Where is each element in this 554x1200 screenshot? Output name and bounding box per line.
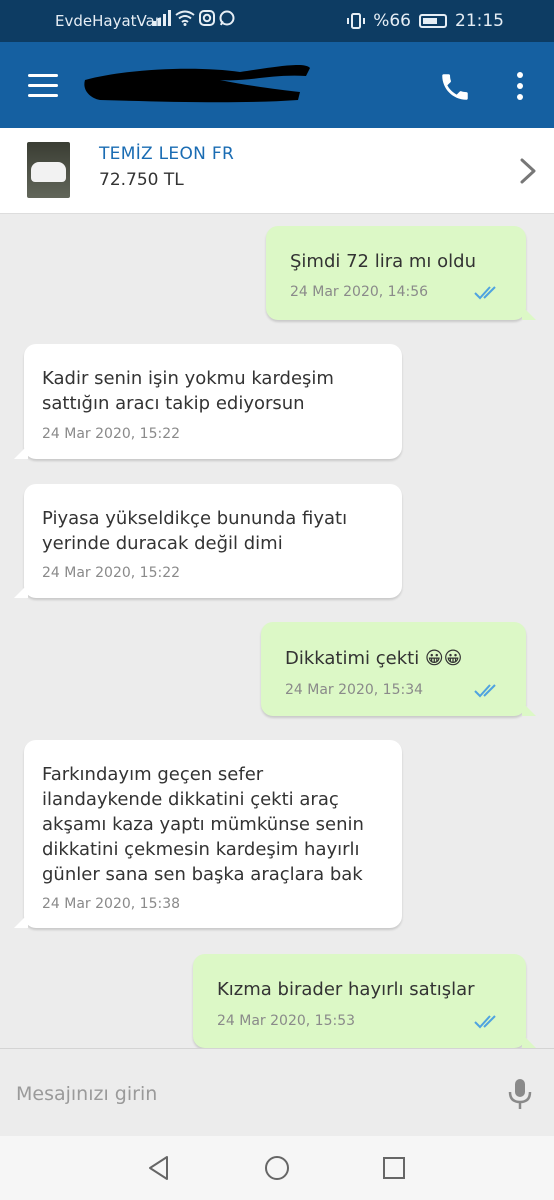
message-outgoing: Şimdi 72 lira mı oldu 24 Mar 2020, 14:56 xyxy=(266,226,536,320)
message-incoming: Farkındayım geçen sefer ilandaykende dik… xyxy=(14,740,402,928)
message-time: 24 Mar 2020, 15:34 xyxy=(285,682,424,698)
status-bar: EvdeHayatVar %66 21:15 xyxy=(0,0,554,42)
battery-icon xyxy=(419,14,447,28)
home-icon[interactable] xyxy=(263,1154,291,1182)
listing-thumbnail xyxy=(27,142,70,198)
read-ticks-icon xyxy=(474,1015,496,1029)
redacted-contact-name xyxy=(84,65,310,103)
app-bar xyxy=(0,42,554,128)
read-ticks-icon xyxy=(474,286,496,300)
message-text: Dikkatimi çekti 😀😀 xyxy=(285,648,463,669)
system-navigation-bar xyxy=(0,1136,554,1200)
status-icons xyxy=(153,10,235,26)
instagram-icon xyxy=(199,10,215,26)
whatsapp-icon xyxy=(219,10,235,26)
chat-thread[interactable]: Şimdi 72 lira mı oldu 24 Mar 2020, 14:56… xyxy=(0,214,554,1048)
microphone-icon[interactable] xyxy=(506,1077,534,1111)
phone-icon[interactable] xyxy=(438,70,472,104)
wifi-icon xyxy=(175,10,195,26)
message-time: 24 Mar 2020, 15:22 xyxy=(42,565,181,581)
recents-icon[interactable] xyxy=(380,1154,408,1182)
listing-price: 72.750 TL xyxy=(99,170,184,190)
battery-percent: %66 xyxy=(373,11,411,31)
clock: 21:15 xyxy=(455,11,504,31)
message-time: 24 Mar 2020, 15:22 xyxy=(42,426,181,442)
read-ticks-icon xyxy=(474,684,496,698)
message-text: Piyasa yükseldikçe bununda fiyatı yerind… xyxy=(42,508,348,554)
message-text: Kızma birader hayırlı satışlar xyxy=(217,979,475,1000)
chevron-right-icon xyxy=(520,158,536,184)
message-time: 24 Mar 2020, 15:38 xyxy=(42,896,181,912)
listing-title: TEMİZ LEON FR xyxy=(99,144,235,164)
message-time: 24 Mar 2020, 14:56 xyxy=(290,284,429,300)
message-text: Kadir senin işin yokmu kardeşim sattığın… xyxy=(42,368,334,414)
message-incoming: Kadir senin işin yokmu kardeşim sattığın… xyxy=(14,344,402,459)
message-text: Şimdi 72 lira mı oldu xyxy=(290,251,476,272)
message-outgoing: Kızma birader hayırlı satışlar 24 Mar 20… xyxy=(193,954,536,1048)
more-vertical-icon[interactable] xyxy=(508,70,532,102)
message-composer xyxy=(0,1048,554,1136)
status-right: %66 21:15 xyxy=(347,11,504,31)
carrier-name: EvdeHayatVar xyxy=(55,12,161,30)
back-icon[interactable] xyxy=(145,1154,173,1182)
message-time: 24 Mar 2020, 15:53 xyxy=(217,1013,356,1029)
message-incoming: Piyasa yükseldikçe bununda fiyatı yerind… xyxy=(14,484,402,598)
message-text: Farkındayım geçen sefer ilandaykende dik… xyxy=(42,764,364,885)
menu-icon[interactable] xyxy=(28,74,58,98)
message-input[interactable] xyxy=(16,1079,476,1109)
vibrate-icon xyxy=(347,13,366,29)
message-outgoing: Dikkatimi çekti 😀😀 24 Mar 2020, 15:34 xyxy=(261,622,536,716)
signal-icon xyxy=(153,10,171,26)
listing-card[interactable]: TEMİZ LEON FR 72.750 TL xyxy=(0,128,554,214)
